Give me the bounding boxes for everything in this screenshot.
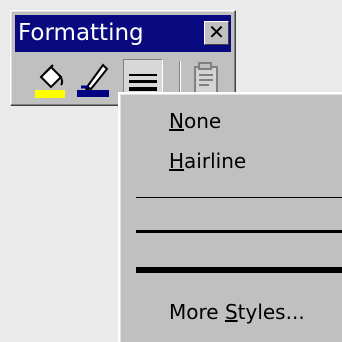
none-label: one — [183, 109, 222, 133]
toolbar-titlebar[interactable]: Formatting ✕ — [15, 15, 231, 52]
toolbar-title: Formatting — [18, 20, 144, 46]
pen-icon — [77, 63, 109, 97]
line-color-button[interactable] — [73, 57, 113, 101]
line-sample-thin — [136, 230, 342, 233]
fill-color-swatch — [35, 90, 65, 98]
close-icon: ✕ — [208, 20, 225, 44]
paint-bucket-icon — [35, 64, 65, 98]
line-sample-hairline — [136, 197, 342, 198]
more-styles-suffix: tyles... — [237, 300, 305, 324]
line-option-thick[interactable] — [136, 260, 342, 280]
line-option-thin[interactable] — [136, 222, 342, 242]
more-styles-mnemonic: S — [224, 300, 238, 324]
none-mnemonic: N — [169, 109, 184, 133]
line-option-hairline[interactable] — [136, 188, 342, 208]
line-color-swatch — [77, 90, 109, 97]
hairline-label: airline — [184, 149, 247, 173]
more-styles-prefix: More — [169, 300, 225, 324]
close-button[interactable]: ✕ — [204, 21, 229, 45]
line-sample-thick — [136, 267, 342, 273]
hairline-mnemonic: H — [169, 149, 185, 173]
line-style-menu: None Hairline More Styles... — [118, 92, 342, 342]
fill-color-button[interactable] — [31, 57, 71, 101]
